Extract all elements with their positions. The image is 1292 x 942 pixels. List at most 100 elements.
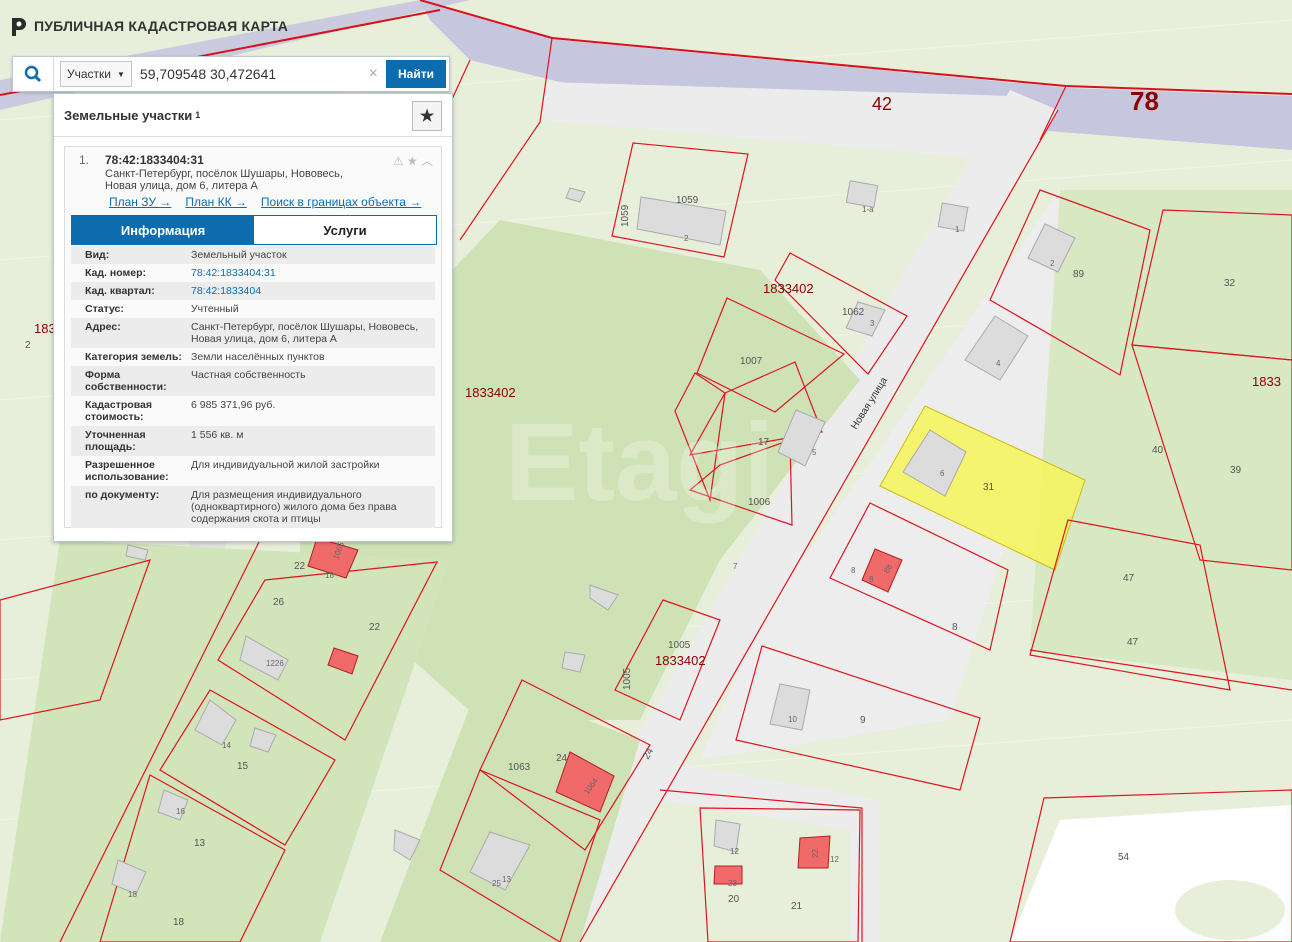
result-actions[interactable]: ⚠ ★ ︿ xyxy=(393,152,433,169)
info-row: по документу: Для размещения индивидуальн… xyxy=(71,486,435,528)
svg-text:1063: 1063 xyxy=(508,762,531,773)
info-key: по документу: xyxy=(85,489,160,501)
search-bar: Участки ▼ × Найти xyxy=(12,56,450,92)
svg-text:20: 20 xyxy=(728,894,740,905)
svg-text:1005: 1005 xyxy=(668,640,691,651)
svg-text:4: 4 xyxy=(996,359,1001,368)
info-value: Для размещения индивидуального (одноквар… xyxy=(191,489,397,525)
svg-text:1833402: 1833402 xyxy=(655,653,706,668)
svg-text:18: 18 xyxy=(128,890,137,899)
svg-text:47: 47 xyxy=(1123,573,1135,584)
info-value: Земельный участок xyxy=(191,249,287,261)
svg-text:2: 2 xyxy=(1050,259,1055,268)
result-links: План ЗУ → План КК → Поиск в границах объ… xyxy=(109,195,421,209)
svg-text:12: 12 xyxy=(730,847,739,856)
info-key: Кадастровая стоимость: xyxy=(85,399,152,423)
info-key: Кад. номер: xyxy=(85,267,147,279)
info-key: Форма собственности: xyxy=(85,369,167,393)
svg-text:8: 8 xyxy=(952,622,958,633)
app-header: ПУБЛИЧНАЯ КАДАСТРОВАЯ КАРТА xyxy=(10,16,288,36)
search-type-select[interactable]: Участки ▼ xyxy=(60,61,132,87)
result-cad-number[interactable]: 78:42:1833404:31 xyxy=(105,153,204,167)
find-button[interactable]: Найти xyxy=(386,60,446,88)
svg-text:26: 26 xyxy=(273,597,285,608)
info-key: Кад. квартал: xyxy=(85,285,155,297)
panel-header: Земельные участки 1 ★ xyxy=(54,94,452,137)
road-label-78: 78 xyxy=(1130,86,1159,116)
info-row: Кадастровая стоимость: 6 985 371,96 руб. xyxy=(71,396,435,426)
star-icon: ★ xyxy=(419,108,435,125)
svg-text:1062: 1062 xyxy=(842,307,865,318)
tab-information[interactable]: Информация xyxy=(72,216,254,244)
svg-text:2: 2 xyxy=(684,234,689,243)
info-value: Частная собственность xyxy=(191,369,306,381)
svg-text:14: 14 xyxy=(222,741,231,750)
info-value: Учтенный xyxy=(191,303,239,315)
panel-title: Земельные участки xyxy=(64,107,193,123)
search-icon[interactable] xyxy=(13,57,54,91)
results-panel: Земельные участки 1 ★ 1. 78:42:1833404:31… xyxy=(53,93,453,542)
svg-text:5: 5 xyxy=(812,448,817,457)
svg-text:22: 22 xyxy=(811,849,820,858)
info-value: 6 985 371,96 руб. xyxy=(191,399,276,411)
svg-text:39: 39 xyxy=(1230,465,1242,476)
svg-text:32: 32 xyxy=(1224,278,1236,289)
search-type-label: Участки xyxy=(67,67,111,81)
clear-icon[interactable]: × xyxy=(361,65,386,83)
info-key: Вид: xyxy=(85,249,110,261)
info-row: Уточненная площадь: 1 556 кв. м xyxy=(71,426,435,456)
svg-text:1833: 1833 xyxy=(1252,374,1281,389)
svg-text:18: 18 xyxy=(325,571,334,580)
info-value-link[interactable]: 78:42:1833404:31 xyxy=(191,267,435,279)
logo-icon xyxy=(10,16,26,36)
chevron-down-icon: ▼ xyxy=(117,69,125,79)
svg-text:1006: 1006 xyxy=(748,497,771,508)
result-action-icons[interactable]: ⚠ ★ ︿ xyxy=(393,152,433,169)
watermark: Etagi xyxy=(505,401,774,524)
svg-text:22: 22 xyxy=(369,622,381,633)
favorites-button[interactable]: ★ xyxy=(412,101,442,131)
link-plan-kk[interactable]: План КК → xyxy=(185,195,247,209)
svg-text:40: 40 xyxy=(1152,445,1164,456)
svg-text:13: 13 xyxy=(194,838,206,849)
svg-text:1059: 1059 xyxy=(676,195,699,206)
app-title: ПУБЛИЧНАЯ КАДАСТРОВАЯ КАРТА xyxy=(34,18,289,34)
info-value: 1 556 кв. м xyxy=(191,429,244,441)
road-label-42: 42 xyxy=(872,94,892,114)
svg-text:89: 89 xyxy=(1073,269,1085,280)
link-plan-zu[interactable]: План ЗУ → xyxy=(109,195,171,209)
result-card[interactable]: 1. 78:42:1833404:31 Санкт-Петербург, пос… xyxy=(64,146,442,528)
svg-text:47: 47 xyxy=(1127,637,1139,648)
svg-text:8: 8 xyxy=(851,566,856,575)
svg-text:1007: 1007 xyxy=(740,356,763,367)
search-input[interactable] xyxy=(131,59,361,89)
info-row: Статус: Учтенный xyxy=(71,300,435,318)
info-row: Адрес: Санкт-Петербург, посёлок Шушары, Н… xyxy=(71,318,435,348)
svg-text:31: 31 xyxy=(983,482,995,493)
svg-text:24: 24 xyxy=(556,753,568,764)
result-tabs: Информация Услуги xyxy=(71,215,437,245)
svg-text:9: 9 xyxy=(860,715,866,726)
svg-text:13: 13 xyxy=(502,875,511,884)
info-key: Статус: xyxy=(85,303,124,315)
svg-text:1-а: 1-а xyxy=(862,205,874,214)
tab-services[interactable]: Услуги xyxy=(254,216,436,244)
result-index: 1. xyxy=(79,153,90,167)
info-key: Адрес: xyxy=(85,321,121,333)
svg-text:1005: 1005 xyxy=(622,667,633,690)
svg-text:54: 54 xyxy=(1118,852,1130,863)
svg-text:18: 18 xyxy=(173,917,185,928)
svg-text:23: 23 xyxy=(728,879,737,888)
svg-text:12: 12 xyxy=(830,855,839,864)
info-key: Категория земель: xyxy=(85,351,182,363)
info-key: Уточненная площадь: xyxy=(85,429,146,453)
info-value-link[interactable]: 78:42:1833404 xyxy=(191,285,435,297)
svg-text:1226: 1226 xyxy=(266,659,284,668)
info-key: Разрешенное использование: xyxy=(85,459,169,483)
info-row: Вид: Земельный участок xyxy=(71,246,435,264)
info-table: Вид: Земельный участок Кад. номер: 78:42:1… xyxy=(71,246,435,528)
info-row: Форма собственности: Частная собственност… xyxy=(71,366,435,396)
info-row: Кад. квартал: 78:42:1833404 xyxy=(71,282,435,300)
link-search-in-bounds[interactable]: Поиск в границах объекта → xyxy=(261,195,421,209)
info-value: Санкт-Петербург, посёлок Шушары, Нововес… xyxy=(191,321,419,345)
